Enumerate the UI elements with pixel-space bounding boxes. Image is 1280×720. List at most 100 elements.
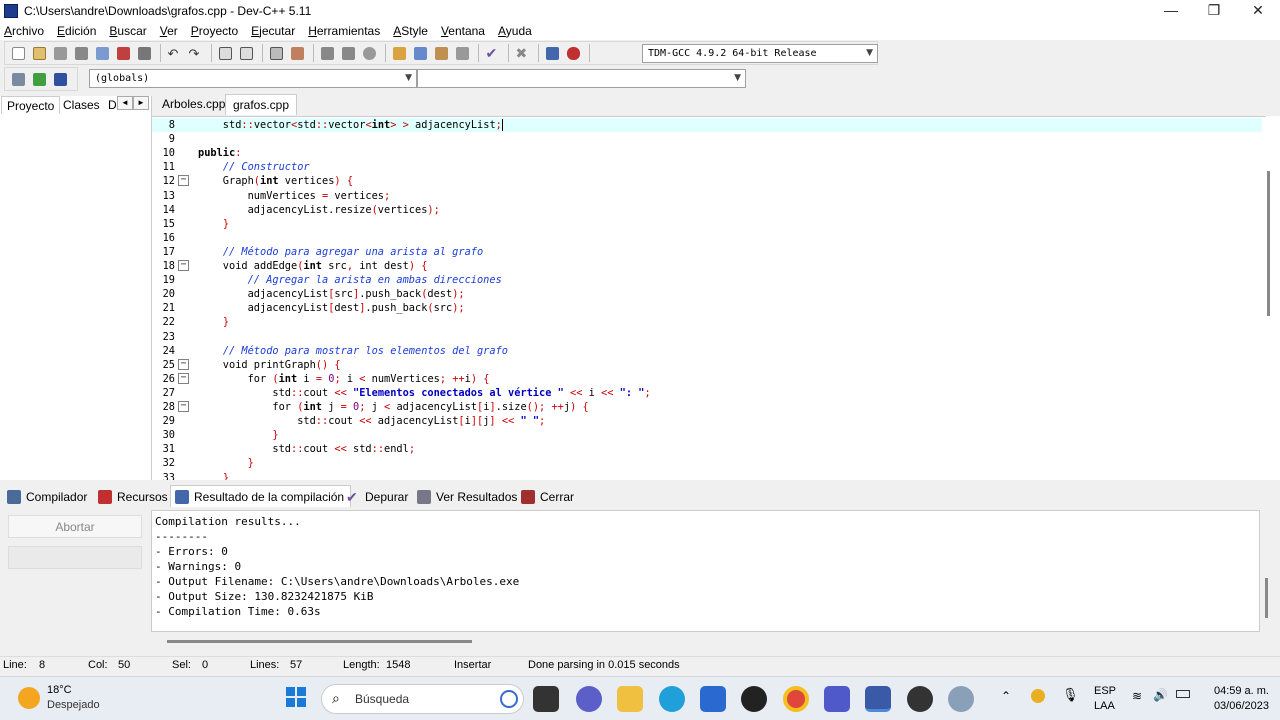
code-line[interactable]: 17 // Método para agregar una arista al … bbox=[152, 245, 1262, 259]
edge-icon[interactable] bbox=[659, 686, 685, 712]
project-options-icon[interactable] bbox=[411, 44, 429, 62]
clock-time[interactable]: 04:59 a. m. bbox=[1209, 685, 1269, 697]
tab-proyecto[interactable]: Proyecto bbox=[1, 96, 61, 114]
close-button[interactable]: ✕ bbox=[1236, 0, 1280, 22]
tab-resultado-compilacion[interactable]: Resultado de la compilación bbox=[170, 485, 352, 507]
code-line[interactable]: 13 numVertices = vertices; bbox=[152, 189, 1262, 203]
tab-arboles-cpp[interactable]: Arboles.cpp bbox=[155, 94, 232, 115]
fold-toggle-icon[interactable]: − bbox=[178, 260, 189, 271]
file-explorer-icon[interactable] bbox=[617, 686, 643, 712]
microphone-icon[interactable]: 🎙 bbox=[1062, 687, 1079, 703]
output-vscroll-thumb[interactable] bbox=[1265, 578, 1268, 618]
tab-grafos-cpp[interactable]: grafos.cpp bbox=[225, 94, 298, 115]
code-line[interactable]: 23 bbox=[152, 330, 1262, 344]
debug-bug-icon[interactable] bbox=[564, 44, 582, 62]
code-line[interactable]: 25− void printGraph() { bbox=[152, 358, 1262, 372]
open-file-icon[interactable] bbox=[30, 44, 48, 62]
weather-temp[interactable]: 18°C bbox=[47, 684, 72, 696]
editor-scrollbar[interactable] bbox=[1266, 116, 1280, 480]
start-icon[interactable] bbox=[285, 686, 307, 708]
fold-toggle-icon[interactable]: − bbox=[178, 175, 189, 187]
code-line[interactable]: 27 std::cout << "Elementos conectados al… bbox=[152, 386, 1262, 400]
fold-toggle-icon[interactable]: − bbox=[178, 401, 189, 412]
menu-ver[interactable]: Ver bbox=[160, 24, 178, 38]
stop-execution-icon[interactable]: ✖ bbox=[513, 44, 531, 62]
compiler-select[interactable]: TDM-GCC 4.9.2 64-bit Release ▼ bbox=[642, 44, 878, 63]
code-line[interactable]: 10 public: bbox=[152, 146, 1262, 160]
taskbar-search[interactable]: ⌕ Búsqueda bbox=[321, 684, 524, 714]
code-line[interactable]: 29 std::cout << adjacencyList[i][j] << "… bbox=[152, 414, 1262, 428]
scope-select[interactable]: (globals) ▼ bbox=[89, 69, 417, 88]
replace-icon[interactable] bbox=[237, 44, 255, 62]
code-line[interactable]: 16 bbox=[152, 231, 1262, 245]
class-browser-icon[interactable] bbox=[432, 44, 450, 62]
new-project-icon[interactable] bbox=[390, 44, 408, 62]
code-line[interactable]: 31 std::cout << std::endl; bbox=[152, 442, 1262, 456]
find-icon[interactable] bbox=[216, 44, 234, 62]
undo-icon[interactable]: ↶ bbox=[165, 44, 183, 62]
dell-icon[interactable] bbox=[741, 686, 767, 712]
code-line[interactable]: 32 } bbox=[152, 456, 1262, 470]
volume-icon[interactable]: 🔊 bbox=[1153, 688, 1168, 702]
print-icon[interactable] bbox=[135, 44, 153, 62]
menu-astyle[interactable]: AStyle bbox=[393, 24, 428, 38]
insert-icon[interactable] bbox=[9, 70, 27, 88]
chevron-up-icon[interactable]: ⌃ bbox=[1001, 689, 1011, 703]
chrome-icon[interactable] bbox=[783, 686, 809, 712]
tab-cerrar[interactable]: Cerrar bbox=[521, 487, 574, 507]
scrollbar-thumb[interactable] bbox=[1267, 171, 1270, 316]
code-line[interactable]: 33 } bbox=[152, 471, 1262, 481]
unindent-icon[interactable] bbox=[339, 44, 357, 62]
toggle-bookmark-icon[interactable] bbox=[288, 44, 306, 62]
app-icon-2[interactable] bbox=[948, 686, 974, 712]
goto-line-icon[interactable] bbox=[267, 44, 285, 62]
code-line[interactable]: 18− void addEdge(int src, int dest) { bbox=[152, 259, 1262, 273]
code-line[interactable]: 26− for (int i = 0; i < numVertices; ++i… bbox=[152, 372, 1262, 386]
menu-ayuda[interactable]: Ayuda bbox=[498, 24, 532, 38]
code-line[interactable]: 20 adjacencyList[src].push_back(dest); bbox=[152, 287, 1262, 301]
tab-clases[interactable]: Clases bbox=[58, 96, 105, 114]
language-top[interactable]: ESP bbox=[1094, 685, 1116, 697]
close-all-icon[interactable] bbox=[114, 44, 132, 62]
tab-scroll-right-icon[interactable]: ► bbox=[133, 96, 149, 110]
tab-compilador[interactable]: Compilador bbox=[7, 487, 87, 507]
code-line[interactable]: 28− for (int j = 0; j < adjacencyList[i]… bbox=[152, 400, 1262, 414]
menu-ventana[interactable]: Ventana bbox=[441, 24, 485, 38]
weather-icon[interactable] bbox=[18, 687, 40, 709]
code-line[interactable]: 21 adjacencyList[dest].push_back(src); bbox=[152, 301, 1262, 315]
clock-date[interactable]: 03/06/2023 bbox=[1207, 700, 1269, 712]
code-line[interactable]: 9 bbox=[152, 132, 1262, 146]
task-view-icon[interactable] bbox=[533, 686, 559, 712]
minimize-button[interactable]: — bbox=[1149, 0, 1193, 22]
code-line[interactable]: 24 // Método para mostrar los elementos … bbox=[152, 344, 1262, 358]
save-icon[interactable] bbox=[51, 44, 69, 62]
tab-scroll-left-icon[interactable]: ◄ bbox=[117, 96, 133, 110]
close-file-icon[interactable] bbox=[93, 44, 111, 62]
fold-toggle-icon[interactable]: − bbox=[178, 358, 189, 370]
maximize-button[interactable]: ❐ bbox=[1192, 0, 1236, 22]
code-editor[interactable]: 8 std::vector<std::vector<int> > adjacen… bbox=[152, 116, 1266, 480]
code-line[interactable]: 8 std::vector<std::vector<int> > adjacen… bbox=[152, 118, 1262, 132]
code-line[interactable]: 15 } bbox=[152, 217, 1262, 231]
battery-icon[interactable] bbox=[1176, 690, 1190, 698]
fold-toggle-icon[interactable]: − bbox=[178, 372, 189, 384]
tab-recursos[interactable]: Recursos bbox=[98, 487, 168, 507]
abort-button[interactable]: Abortar bbox=[8, 515, 142, 538]
code-line[interactable]: 14 adjacencyList.resize(vertices); bbox=[152, 203, 1262, 217]
redo-icon[interactable]: ↷ bbox=[186, 44, 204, 62]
language-bottom[interactable]: LAA bbox=[1094, 700, 1115, 712]
bookmark-icon[interactable] bbox=[51, 70, 69, 88]
menu-proyecto[interactable]: Proyecto bbox=[191, 24, 238, 38]
store-icon[interactable] bbox=[700, 686, 726, 712]
code-line[interactable]: 12− Graph(int vertices) { bbox=[152, 174, 1262, 188]
teams-icon[interactable] bbox=[824, 686, 850, 712]
grid-icon[interactable] bbox=[453, 44, 471, 62]
indent-icon[interactable] bbox=[318, 44, 336, 62]
weather-desc[interactable]: Despejado bbox=[47, 699, 100, 711]
code-line[interactable]: 19 // Agregar la arista en ambas direcci… bbox=[152, 273, 1262, 287]
save-all-icon[interactable] bbox=[72, 44, 90, 62]
code-line[interactable]: 30 } bbox=[152, 428, 1262, 442]
menu-edicion[interactable]: Edición bbox=[57, 24, 96, 38]
onedrive-icon[interactable] bbox=[1031, 689, 1045, 703]
menu-archivo[interactable]: Archivo bbox=[4, 24, 44, 38]
